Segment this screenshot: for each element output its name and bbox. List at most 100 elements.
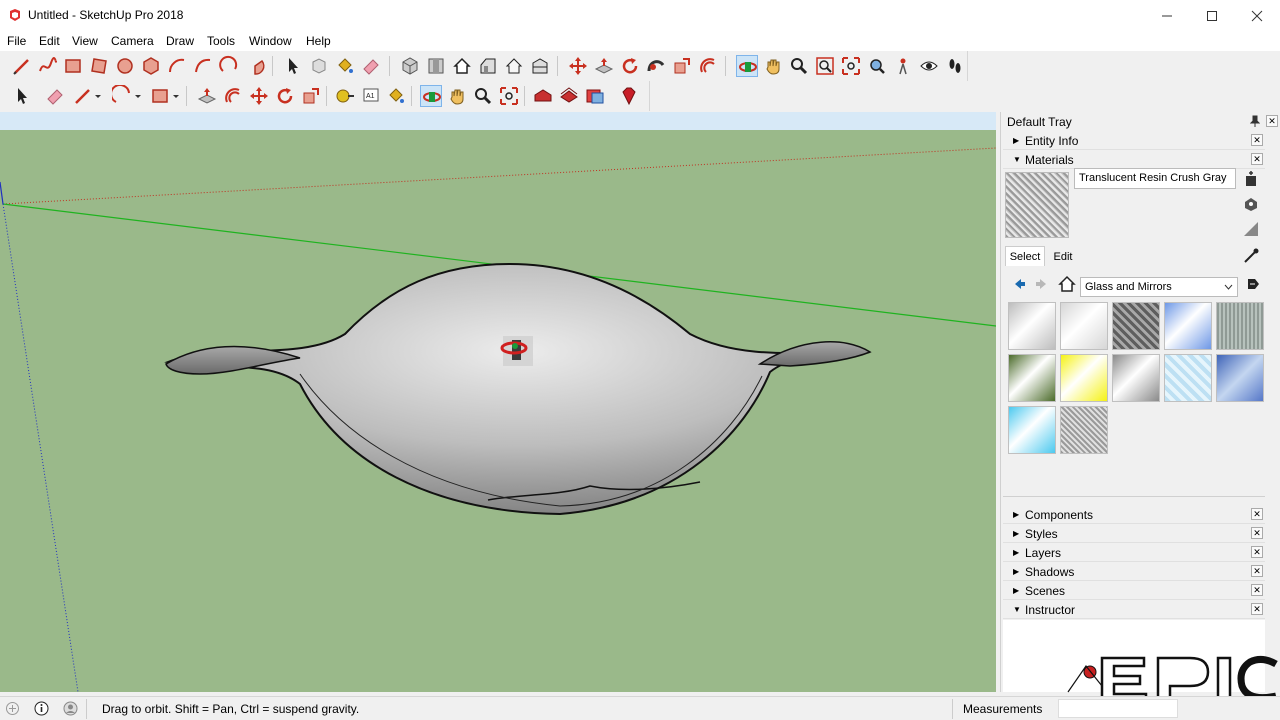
offset-tool-button[interactable] [697, 55, 719, 77]
two-point-arc-tool-button[interactable] [192, 55, 214, 77]
panel-entity-info[interactable]: ▶ Entity Info ✕ [1003, 131, 1265, 150]
menu-camera[interactable]: Camera [111, 34, 154, 48]
material-swatch[interactable] [1112, 354, 1160, 402]
rectangle-tool-button[interactable] [62, 55, 84, 77]
material-swatch[interactable] [1060, 302, 1108, 350]
back-arrow-icon[interactable] [1011, 276, 1027, 292]
line-tool-button-2[interactable] [72, 85, 94, 107]
position-camera-button[interactable] [892, 55, 914, 77]
right-view-button[interactable] [477, 55, 499, 77]
shapes-dropdown-arrow[interactable] [170, 85, 182, 107]
arc-tool-button[interactable] [166, 55, 188, 77]
push-pull-tool-button[interactable] [593, 55, 615, 77]
eyedropper-icon[interactable] [1242, 247, 1260, 265]
line-tool-button[interactable] [11, 55, 33, 77]
panel-shadows[interactable]: ▶ Shadows ✕ [1003, 562, 1265, 581]
geo-location-icon[interactable] [5, 701, 20, 716]
zoom-window-button[interactable] [814, 55, 836, 77]
panel-close-button[interactable]: ✕ [1251, 134, 1263, 146]
menu-edit[interactable]: Edit [39, 34, 60, 48]
look-around-button[interactable] [918, 55, 940, 77]
pin-icon[interactable] [1250, 115, 1260, 127]
zoom-extents-button-2[interactable] [498, 85, 520, 107]
material-swatch[interactable] [1060, 354, 1108, 402]
tape-measure-button[interactable] [334, 85, 356, 107]
eraser-tool-button[interactable] [360, 55, 382, 77]
tray-close-button[interactable]: ✕ [1266, 115, 1278, 127]
three-point-arc-tool-button[interactable] [218, 55, 240, 77]
front-view-button[interactable] [451, 55, 473, 77]
orbit-tool-button-2[interactable] [420, 85, 442, 107]
panel-scenes[interactable]: ▶ Scenes ✕ [1003, 581, 1265, 600]
material-swatch[interactable] [1216, 302, 1264, 350]
circle-tool-button[interactable] [114, 55, 136, 77]
walk-button[interactable] [944, 55, 966, 77]
user-account-icon[interactable] [63, 701, 78, 716]
make-component-button[interactable] [308, 55, 330, 77]
shapes-tool-button[interactable] [149, 85, 171, 107]
maximize-button[interactable] [1189, 0, 1235, 31]
panel-components[interactable]: ▶ Components ✕ [1003, 505, 1265, 524]
measurements-input[interactable] [1058, 699, 1178, 718]
material-swatch[interactable] [1008, 302, 1056, 350]
material-swatch[interactable] [1164, 302, 1212, 350]
freehand-tool-button[interactable] [37, 55, 59, 77]
pan-tool-button[interactable] [762, 55, 784, 77]
previous-view-button[interactable] [866, 55, 888, 77]
menu-help[interactable]: Help [306, 34, 331, 48]
zoom-tool-button-2[interactable] [472, 85, 494, 107]
zoom-tool-button[interactable] [788, 55, 810, 77]
tab-edit[interactable]: Edit [1045, 248, 1081, 266]
material-library-select[interactable]: Glass and Mirrors [1080, 277, 1238, 297]
material-swatch[interactable] [1008, 406, 1056, 454]
rotate-tool-button[interactable] [619, 55, 641, 77]
minimize-button[interactable] [1144, 0, 1190, 31]
push-pull-tool-button-2[interactable] [196, 85, 218, 107]
text-tool-button[interactable]: A1 [360, 85, 382, 107]
zoom-extents-button[interactable] [840, 55, 862, 77]
material-swatch[interactable] [1060, 406, 1108, 454]
tab-select[interactable]: Select [1005, 246, 1045, 266]
panel-styles[interactable]: ▶ Styles ✕ [1003, 524, 1265, 543]
eraser-tool-button-2[interactable] [44, 85, 66, 107]
orbit-tool-button[interactable] [736, 55, 758, 77]
follow-me-tool-button[interactable] [645, 55, 667, 77]
panel-close-button[interactable]: ✕ [1251, 153, 1263, 165]
pan-tool-button-2[interactable] [446, 85, 468, 107]
offset-tool-button-2[interactable] [222, 85, 244, 107]
rotate-tool-button-2[interactable] [274, 85, 296, 107]
material-swatch[interactable] [1164, 354, 1212, 402]
pie-tool-button[interactable] [244, 55, 266, 77]
select-tool-button-2[interactable] [11, 85, 33, 107]
scale-tool-button-2[interactable] [300, 85, 322, 107]
material-swatch[interactable] [1216, 354, 1264, 402]
menu-view[interactable]: View [72, 34, 98, 48]
material-swatch[interactable] [1112, 302, 1160, 350]
paint-bucket-button-2[interactable] [385, 85, 407, 107]
iso-view-button[interactable] [399, 55, 421, 77]
info-icon[interactable] [34, 701, 49, 716]
arc-dropdown-arrow[interactable] [132, 85, 144, 107]
line-dropdown-arrow[interactable] [92, 85, 104, 107]
menu-tools[interactable]: Tools [207, 34, 235, 48]
rotated-rectangle-tool-button[interactable] [88, 55, 110, 77]
sample-paint-icon[interactable] [1242, 220, 1260, 238]
extension-warehouse-button[interactable] [558, 85, 580, 107]
scale-tool-button[interactable] [671, 55, 693, 77]
move-tool-button-2[interactable] [248, 85, 270, 107]
left-view-button[interactable] [529, 55, 551, 77]
send-to-layout-button[interactable] [584, 85, 606, 107]
select-tool-button[interactable] [282, 55, 304, 77]
top-view-button[interactable] [425, 55, 447, 77]
panel-close-button[interactable]: ✕ [1251, 565, 1263, 577]
panel-close-button[interactable]: ✕ [1251, 584, 1263, 596]
panel-close-button[interactable]: ✕ [1251, 527, 1263, 539]
menu-file[interactable]: File [7, 34, 26, 48]
panel-materials[interactable]: ▼ Materials ✕ [1003, 150, 1265, 169]
default-material-icon[interactable] [1242, 194, 1260, 212]
close-button[interactable] [1234, 0, 1280, 31]
arc-tool-button-2[interactable] [110, 83, 134, 107]
bowl-model[interactable] [164, 262, 872, 516]
panel-close-button[interactable]: ✕ [1251, 603, 1263, 615]
create-material-icon[interactable] [1244, 171, 1258, 187]
